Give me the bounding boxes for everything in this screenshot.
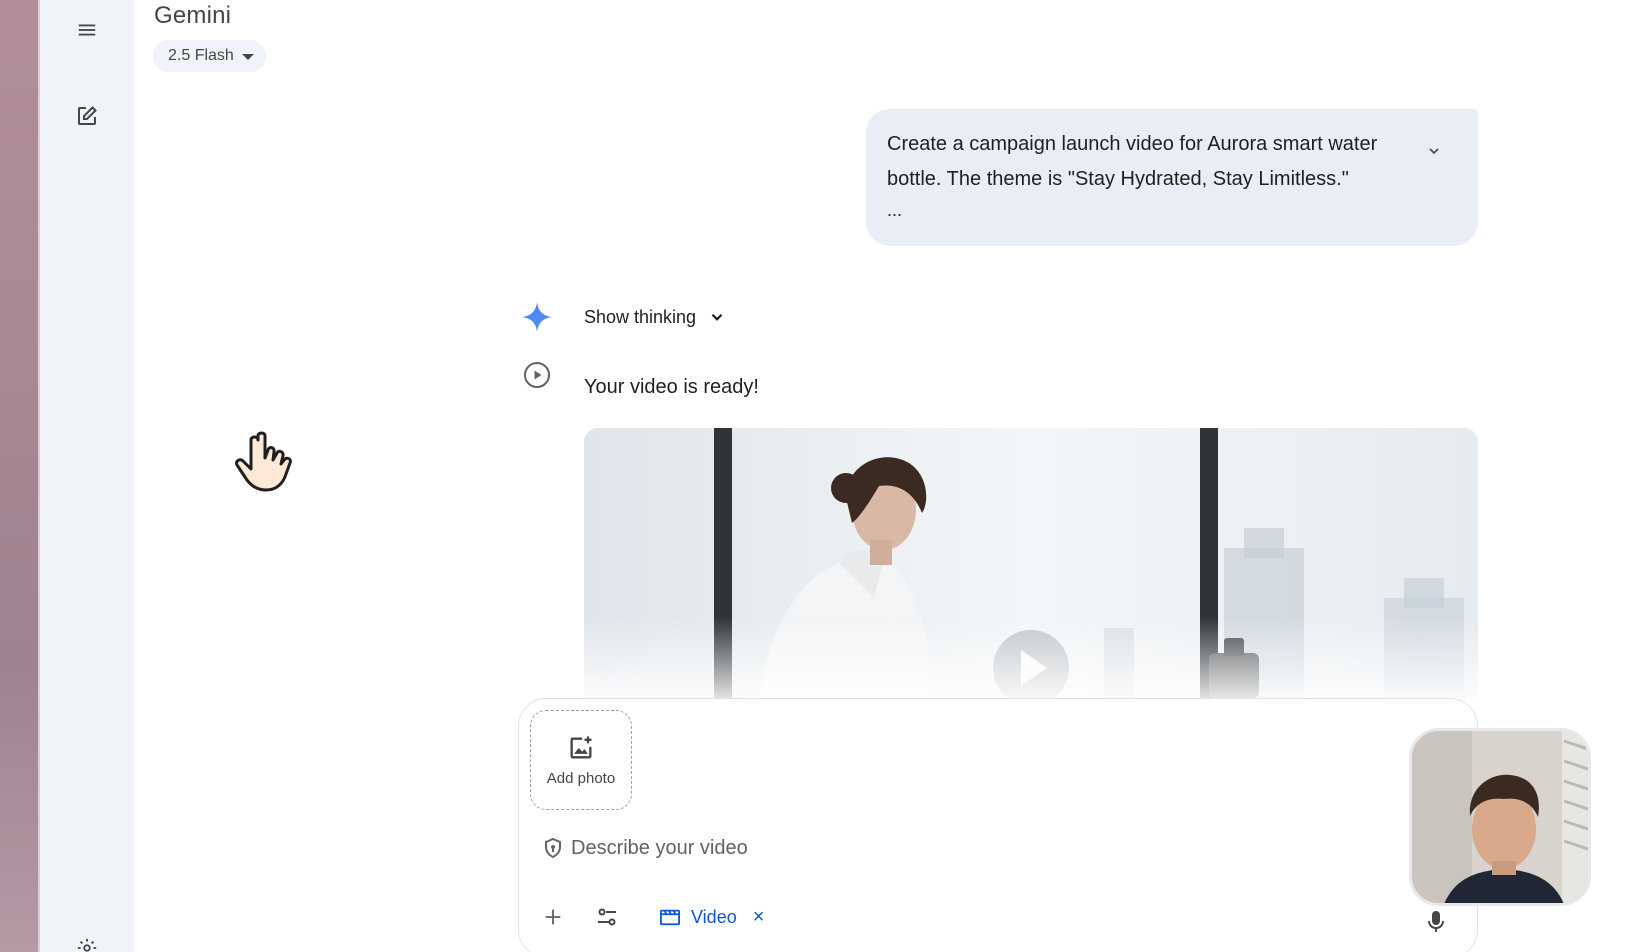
settings-button[interactable] [69, 930, 105, 952]
menu-icon [78, 24, 96, 36]
shield-icon [545, 837, 561, 859]
tools-button[interactable] [589, 899, 625, 935]
webcam-overlay [1409, 728, 1591, 906]
microphone-icon [1428, 911, 1444, 932]
user-prompt-line: bottle. The theme is "Stay Hydrated, Sta… [887, 168, 1349, 190]
show-thinking-toggle[interactable]: Show thinking [584, 302, 726, 332]
app-title: Gemini [154, 2, 232, 29]
user-prompt-line: Create a campaign launch video for Auror… [887, 133, 1378, 155]
edit-square-icon [78, 106, 97, 125]
new-chat-button[interactable] [69, 98, 105, 134]
prompt-composer: Add photo Vide [518, 698, 1478, 952]
plus-icon [545, 909, 561, 925]
caret-down-icon [241, 54, 254, 60]
prompt-input[interactable] [571, 836, 1271, 860]
add-image-icon [570, 735, 592, 758]
desktop-background-strip [0, 0, 40, 952]
model-label: 2.5 Flash [168, 47, 234, 64]
video-mode-chip[interactable]: Video × [651, 899, 772, 935]
gemini-spark-icon [522, 302, 552, 332]
play-circle-icon [524, 362, 550, 388]
add-photo-button[interactable]: Add photo [530, 710, 632, 810]
close-icon[interactable]: × [753, 906, 765, 929]
tune-icon [598, 908, 616, 926]
user-prompt-bubble: Create a campaign launch video for Auror… [866, 109, 1478, 246]
show-thinking-label: Show thinking [584, 306, 697, 327]
chevron-down-icon [711, 313, 723, 321]
user-prompt-truncation: ... [887, 200, 903, 220]
prompt-row [543, 833, 1343, 863]
main-menu-button[interactable] [69, 12, 105, 48]
generated-video-thumbnail[interactable] [584, 428, 1478, 698]
composer-toolbar: Video × [535, 899, 772, 935]
gear-icon [77, 938, 97, 952]
video-chip-label: Video [691, 906, 737, 927]
model-selector[interactable]: 2.5 Flash [153, 40, 266, 72]
navigation-rail [40, 0, 134, 952]
microphone-button[interactable] [1418, 904, 1454, 940]
hand-cursor-icon [235, 431, 292, 492]
add-attachment-button[interactable] [535, 899, 571, 935]
movie-icon [660, 909, 680, 926]
chevron-down-icon [1429, 148, 1439, 155]
expand-prompt-button[interactable] [1420, 137, 1448, 165]
response-text: Your video is ready! [584, 376, 759, 398]
add-photo-label: Add photo [546, 769, 616, 787]
